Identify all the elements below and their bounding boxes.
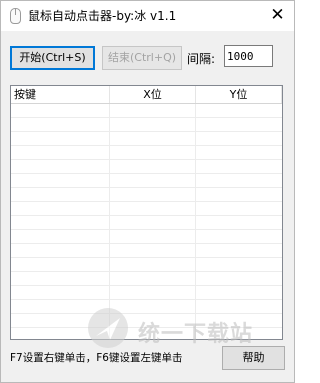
watermark-logo-icon xyxy=(88,308,128,348)
help-button[interactable]: 帮助 xyxy=(222,346,285,370)
window-title: 鼠标自动点击器-by:冰 v1.1 xyxy=(28,9,177,23)
column-header-key[interactable]: 按键 xyxy=(11,86,110,103)
title-bar[interactable]: 鼠标自动点击器-by:冰 v1.1 ✕ xyxy=(1,1,294,31)
app-window: 鼠标自动点击器-by:冰 v1.1 ✕ 开始(Ctrl+S) 结束(Ctrl+Q… xyxy=(0,0,295,383)
table-body[interactable] xyxy=(11,104,282,339)
close-icon[interactable]: ✕ xyxy=(261,1,294,31)
column-divider xyxy=(109,104,110,339)
column-header-x[interactable]: X位 xyxy=(110,86,196,103)
interval-label: 间隔: xyxy=(187,52,216,66)
start-button[interactable]: 开始(Ctrl+S) xyxy=(10,46,95,70)
table-header: 按键 X位 Y位 xyxy=(11,86,282,104)
click-position-table[interactable]: 按键 X位 Y位 xyxy=(10,85,283,340)
stop-button[interactable]: 结束(Ctrl+Q) xyxy=(102,46,182,70)
watermark-text: 统一下载站 xyxy=(138,322,254,347)
hotkey-hint: F7设置右键单击，F6键设置左键单击 xyxy=(10,352,183,364)
app-icon xyxy=(10,8,21,24)
column-header-y[interactable]: Y位 xyxy=(196,86,282,103)
interval-input[interactable] xyxy=(224,45,273,67)
column-divider xyxy=(195,104,196,339)
